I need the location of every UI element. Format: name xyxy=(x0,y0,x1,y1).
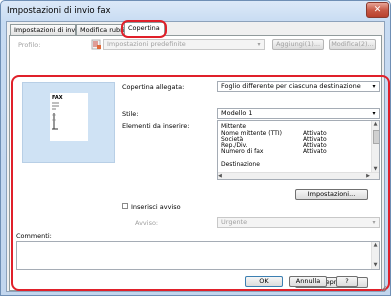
scroll-up-icon[interactable]: ▲ xyxy=(372,121,379,128)
notice-label: Avviso: xyxy=(135,219,159,227)
cover-preview: FAX xyxy=(22,82,115,163)
list-item-name: Numero di fax xyxy=(221,148,264,155)
resize-grip-icon[interactable] xyxy=(379,284,387,292)
dialog-window: Impostazioni di invio fax ✕ Impostazioni… xyxy=(0,0,391,296)
scroll-down-icon[interactable]: ▼ xyxy=(372,262,379,269)
page-lines-icon xyxy=(52,102,59,130)
comments-scrollbar[interactable]: ▲ ▼ xyxy=(371,242,379,269)
items-vertical-scrollbar[interactable]: ▲ ▼ xyxy=(371,121,379,173)
tab-highlight-annotation xyxy=(121,20,167,38)
notice-select[interactable]: Urgente ▾ xyxy=(217,217,380,228)
urgent-label: Inserisci avviso xyxy=(131,203,181,211)
list-item-name: Destinazione xyxy=(221,161,260,168)
notice-value: Urgente xyxy=(221,218,248,226)
chevron-down-icon: ▾ xyxy=(372,83,376,90)
list-item-status: Attivato xyxy=(303,148,327,155)
close-button[interactable]: ✕ xyxy=(366,2,389,18)
dialog-client-area: Impostazioni di invio Modifica rubrica C… xyxy=(6,20,390,292)
cancel-button[interactable]: Annulla xyxy=(289,276,327,287)
chevron-down-icon: ▾ xyxy=(372,219,376,226)
comments-textarea[interactable]: ▲ ▼ xyxy=(16,241,380,270)
comments-label: Commenti: xyxy=(16,232,52,240)
scroll-left-icon[interactable]: ◀ xyxy=(218,173,222,179)
style-value: Modello 1 xyxy=(221,109,253,117)
items-horizontal-scrollbar[interactable]: ◀ ▶ xyxy=(218,172,379,179)
cover-attached-label: Copertina allegata: xyxy=(122,83,185,91)
chevron-down-icon: ▾ xyxy=(257,41,261,48)
urgent-checkbox[interactable] xyxy=(122,203,128,209)
style-label: Stile: xyxy=(122,110,139,118)
title-bar: Impostazioni di invio fax ✕ xyxy=(1,1,390,21)
scroll-thumb[interactable] xyxy=(373,130,379,144)
profile-label: Profilo: xyxy=(18,41,41,49)
window-title: Impostazioni di invio fax xyxy=(7,6,111,16)
cover-attached-select[interactable]: Foglio differente per ciascuna destinazi… xyxy=(217,81,380,92)
profile-value: Impostazioni predefinite xyxy=(107,40,186,48)
scroll-right-icon[interactable]: ▶ xyxy=(366,173,370,179)
ok-button[interactable]: OK xyxy=(245,276,283,287)
tab-modifica-rubrica[interactable]: Modifica rubrica xyxy=(76,24,132,35)
cover-attached-value: Foglio differente per ciascuna destinazi… xyxy=(221,82,361,90)
tab-impostazioni-invio[interactable]: Impostazioni di invio xyxy=(10,24,81,35)
profile-select[interactable]: Impostazioni predefinite ▾ xyxy=(103,39,265,50)
help-button[interactable]: ? xyxy=(336,276,358,287)
scroll-up-icon[interactable]: ▲ xyxy=(372,242,379,249)
profile-icon xyxy=(91,39,102,50)
list-item-name: Mittente xyxy=(221,123,247,130)
edit-profile-button[interactable]: Modifica(2)... xyxy=(329,39,376,50)
items-list[interactable]: Mittente Nome mittente (TTI) Attivato So… xyxy=(217,120,380,180)
cover-page-thumbnail: FAX xyxy=(50,93,88,141)
add-profile-button[interactable]: Aggiungi(1)... xyxy=(272,39,324,50)
chevron-down-icon: ▾ xyxy=(372,110,376,117)
settings-button[interactable]: Impostazioni... xyxy=(295,189,368,200)
items-label: Elementi da inserire: xyxy=(122,122,190,130)
style-select[interactable]: Modello 1 ▾ xyxy=(217,108,380,119)
